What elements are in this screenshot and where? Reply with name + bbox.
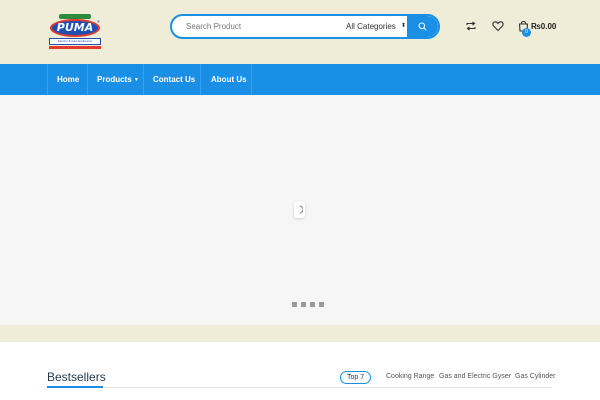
tab-gas-cylinder[interactable]: Gas Cylinder — [515, 371, 555, 384]
nav-item-products-label: Products — [97, 75, 132, 84]
logo-registered-mark: ® — [97, 19, 100, 24]
slider-dot[interactable] — [292, 302, 297, 307]
slider-loader — [294, 201, 305, 218]
search-input[interactable] — [186, 16, 336, 37]
logo-wordmark: PUMA — [50, 19, 100, 37]
slider-dot[interactable] — [301, 302, 306, 307]
loader-icon — [299, 205, 303, 214]
site-header: PUMA ® Electric & Gas Appliances All Cat… — [0, 0, 600, 64]
nav-item-about-us[interactable]: About Us — [211, 64, 247, 95]
search-bar: All Categories ⬍ — [170, 14, 440, 39]
tab-top-7[interactable]: Top 7 — [340, 371, 372, 384]
search-icon — [418, 22, 427, 31]
bestsellers-title: Bestsellers — [47, 370, 106, 384]
nav-item-products[interactable]: Products ▼ — [97, 64, 139, 95]
logo-subtitle: Electric & Gas Appliances — [49, 38, 101, 45]
section-rule — [47, 387, 552, 388]
brand-logo[interactable]: PUMA ® Electric & Gas Appliances — [47, 14, 103, 50]
tab-cooking-range[interactable]: Cooking Range — [386, 371, 434, 384]
nav-divider — [87, 64, 88, 95]
nav-divider — [47, 64, 48, 95]
category-select[interactable]: All Categories ⬍ — [342, 16, 408, 37]
main-nav: Home Products ▼ Contact Us About Us — [0, 64, 600, 95]
nav-divider — [143, 64, 144, 95]
title-underline — [47, 386, 103, 388]
cart-total: ₨0.00 — [531, 22, 557, 31]
cart-count-badge: 0 — [522, 28, 531, 37]
tab-gas-and-electric-gyser[interactable]: Gas and Electric Gyser — [439, 371, 511, 384]
nav-divider — [251, 64, 252, 95]
section-divider-strip — [0, 325, 600, 342]
search-button[interactable] — [407, 16, 438, 37]
category-select-value: All Categories — [346, 22, 396, 31]
heart-icon[interactable] — [492, 20, 504, 32]
nav-item-home[interactable]: Home — [57, 64, 79, 95]
nav-divider — [200, 64, 201, 95]
slider-dot[interactable] — [310, 302, 315, 307]
nav-item-contact-us[interactable]: Contact Us — [153, 64, 195, 95]
select-arrows-icon: ⬍ — [400, 23, 406, 29]
slider-dot[interactable] — [319, 302, 324, 307]
chevron-down-icon: ▼ — [133, 77, 139, 83]
logo-base-stripe — [49, 46, 101, 49]
compare-icon[interactable] — [465, 20, 477, 32]
